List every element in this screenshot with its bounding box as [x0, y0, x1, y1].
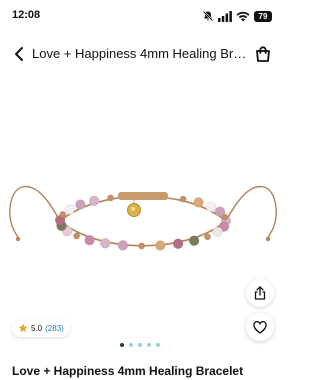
review-count: (283): [45, 323, 64, 333]
star-icon: [18, 323, 28, 333]
bead: [138, 242, 146, 250]
bead: [221, 213, 229, 221]
share-icon: [254, 286, 266, 300]
bead: [73, 232, 81, 240]
rating-badge[interactable]: 5.0 (283): [12, 319, 70, 337]
bead: [179, 195, 187, 203]
bead: [88, 195, 100, 207]
carousel-dot[interactable]: [138, 343, 142, 347]
bead: [204, 233, 212, 241]
status-bar: 12:08 79: [0, 0, 286, 34]
bead: [100, 238, 111, 249]
bead: [117, 240, 129, 251]
bead: [84, 234, 95, 246]
status-icons: 79: [202, 9, 272, 23]
bead: [188, 235, 200, 246]
carousel-dot[interactable]: [156, 343, 160, 347]
wishlist-button[interactable]: [246, 313, 274, 341]
mute-bell-icon: [202, 10, 214, 22]
bead: [205, 201, 217, 212]
share-button[interactable]: [246, 279, 274, 307]
chevron-left-icon: [15, 47, 23, 61]
bead: [75, 199, 86, 210]
back-button[interactable]: [10, 44, 28, 64]
bead: [212, 226, 223, 238]
bead: [172, 238, 184, 249]
carousel-dot[interactable]: [147, 343, 151, 347]
shopping-bag-icon: [256, 46, 270, 62]
bead: [64, 204, 75, 215]
bead: [193, 197, 204, 208]
bead: [59, 211, 67, 219]
signal-icon: [218, 10, 232, 22]
product-title: Love + Happiness 4mm Healing Bracelet: [12, 364, 244, 378]
carousel-dot[interactable]: [120, 343, 124, 347]
status-time: 12:08: [12, 9, 41, 21]
battery-level: 79: [258, 11, 268, 21]
rating-value: 5.0: [31, 323, 43, 333]
wifi-icon: [236, 11, 250, 21]
product-image[interactable]: [0, 88, 286, 328]
nav-bar: Love + Happiness 4mm Healing Bracelet: [0, 40, 286, 68]
carousel-indicator: [120, 343, 160, 347]
bead: [155, 240, 166, 251]
bracelet-photo: [9, 185, 277, 251]
heart-icon: [253, 320, 267, 334]
nav-title: Love + Happiness 4mm Healing Bracelet: [32, 46, 250, 61]
bead: [107, 194, 115, 202]
battery-icon: 79: [254, 10, 272, 22]
cart-button[interactable]: [252, 43, 274, 65]
carousel-dot[interactable]: [129, 343, 133, 347]
